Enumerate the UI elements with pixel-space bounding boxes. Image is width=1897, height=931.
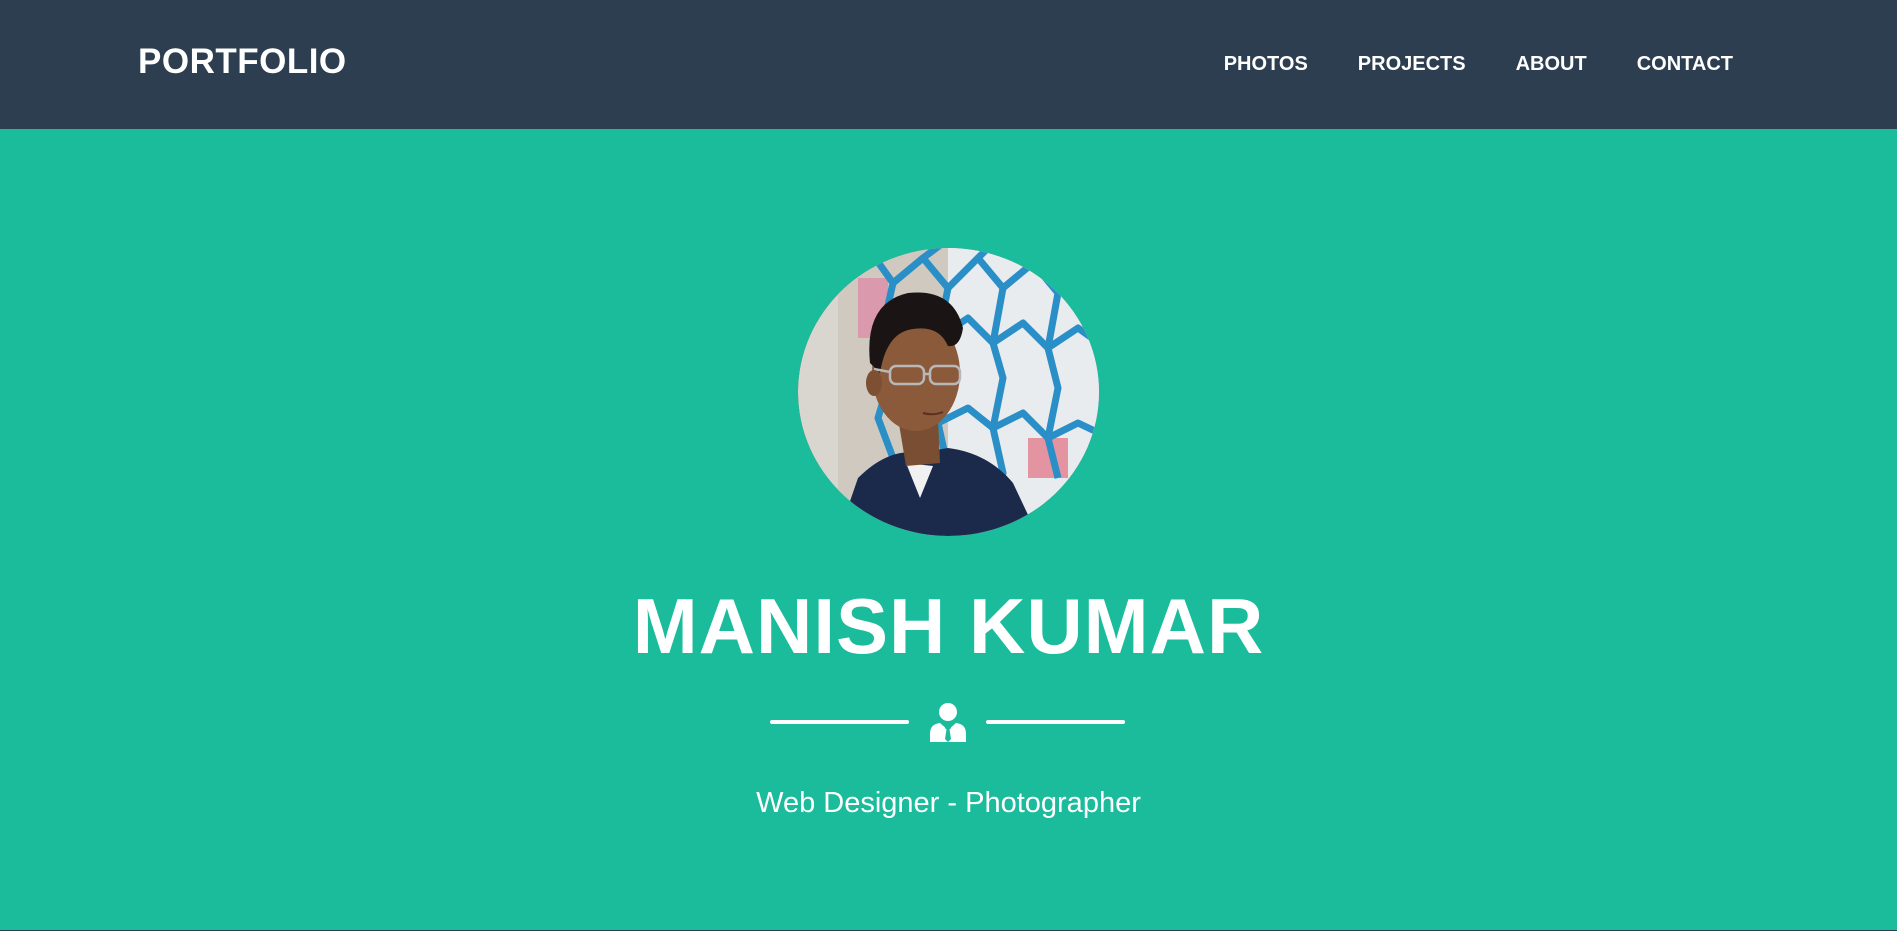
nav-item-projects: PROJECTS [1358,47,1466,81]
star-divider [0,700,1897,744]
nav-item-photos: PHOTOS [1224,47,1308,81]
profile-avatar [798,248,1099,536]
nav-menu: PHOTOS PROJECTS ABOUT CONTACT [1224,47,1733,81]
nav-link-about[interactable]: ABOUT [1516,53,1587,75]
top-navbar: PORTFOLIO PHOTOS PROJECTS ABOUT CONTACT [0,0,1897,129]
user-tie-icon [930,703,966,742]
nav-item-contact: CONTACT [1637,47,1733,81]
divider-line-right [986,720,1125,724]
nav-item-about: ABOUT [1516,47,1587,81]
profile-photo [798,248,1099,536]
profile-name: MANISH KUMAR [632,582,1265,670]
nav-link-contact[interactable]: CONTACT [1637,53,1733,75]
profile-tagline: Web Designer - Photographer [756,787,1141,819]
nav-link-projects[interactable]: PROJECTS [1358,53,1466,75]
nav-link-photos[interactable]: PHOTOS [1224,53,1308,75]
divider-line-left [770,720,909,724]
brand-link[interactable]: PORTFOLIO [138,40,347,84]
